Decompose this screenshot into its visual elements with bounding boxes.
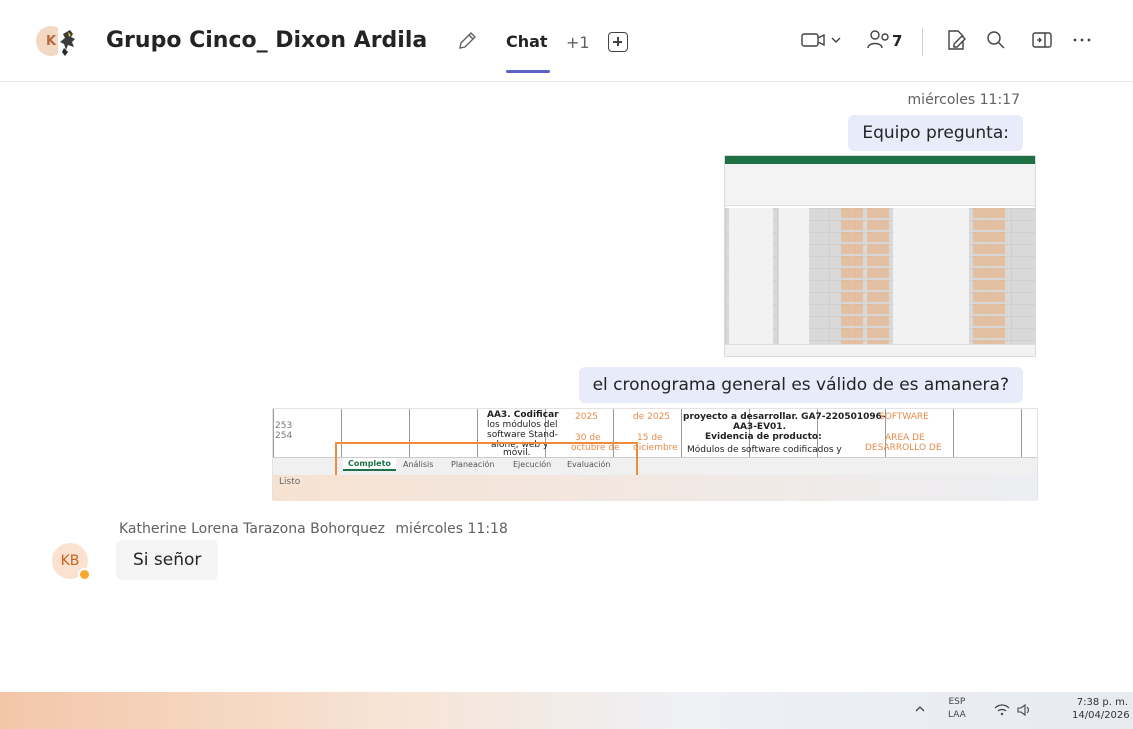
cell-text: AA3. Codificar: [487, 410, 559, 420]
cell-text: AA3-EV01.: [733, 422, 786, 432]
tab-chat[interactable]: Chat: [506, 32, 548, 51]
edit-pencil-icon[interactable]: [456, 30, 478, 52]
other-message-bubble[interactable]: Si señor: [116, 540, 219, 580]
row-number: 254: [275, 431, 293, 441]
presence-away-icon: [78, 568, 91, 581]
open-panel-icon[interactable]: [1030, 28, 1054, 52]
tab-more[interactable]: +1: [566, 33, 590, 52]
windows-taskbar: ESP LAA 7:38 p. m. 14/04/2026: [0, 692, 1133, 729]
excel-ribbon: [725, 164, 1035, 206]
message-image-sheet-crop[interactable]: 253 254 AA3. Codificar los módulos del s…: [272, 408, 1038, 501]
cell-text: Módulos de software codificados y: [687, 445, 842, 455]
chat-title: Grupo Cinco_ Dixon Ardila: [106, 28, 428, 53]
more-options-icon[interactable]: [1070, 28, 1094, 52]
active-tab-indicator: [506, 70, 550, 73]
message-timestamp: miércoles 11:17: [907, 92, 1020, 108]
row-number: 253: [275, 421, 293, 431]
cell-date: diciembre: [633, 443, 678, 453]
wifi-icon[interactable]: [994, 703, 1010, 717]
excel-column-highlight: [867, 208, 889, 346]
clock-time: 7:38 p. m.: [1076, 697, 1128, 708]
share-document-icon[interactable]: [944, 28, 968, 52]
cell-text: proyecto a desarrollar. GA7-220501096-: [683, 412, 886, 422]
system-clock[interactable]: 7:38 p. m. 14/04/2026: [1072, 696, 1130, 722]
input-language[interactable]: ESP LAA: [948, 696, 966, 722]
cell-area: SOFTWARE: [879, 412, 929, 422]
participants-count: 7: [892, 32, 903, 50]
sender-name: Katherine Lorena Tarazona Bohorquez: [119, 521, 385, 537]
add-tab-icon[interactable]: [608, 32, 628, 52]
message-list[interactable]: miércoles 11:17 Equipo pregunta: el cron…: [0, 83, 1133, 729]
my-message-bubble[interactable]: Equipo pregunta:: [848, 115, 1023, 151]
cell-text: los módulos del: [487, 420, 558, 430]
group-avatar[interactable]: K: [36, 26, 92, 62]
excel-column-highlight: [973, 208, 1005, 346]
sender-timestamp: miércoles 11:18: [395, 521, 508, 537]
header-separator: [922, 28, 923, 56]
search-icon[interactable]: [984, 28, 1008, 52]
video-call-icon[interactable]: [800, 28, 844, 52]
avatar-photo-icon: [58, 28, 82, 58]
excel-statusbar: [725, 344, 1035, 356]
sheet-status: Listo: [279, 477, 301, 487]
cell-area: AREA DE: [885, 433, 925, 443]
cell-date: de 2025: [633, 412, 671, 422]
chevron-up-icon[interactable]: [914, 704, 926, 714]
language-layout: LAA: [948, 710, 966, 720]
cell-date: 15 de: [637, 433, 663, 443]
clock-date: 14/04/2026: [1072, 710, 1130, 721]
participants-icon[interactable]: [866, 28, 892, 52]
excel-titlebar: [725, 156, 1035, 164]
cell-text: software Stand-: [487, 430, 558, 440]
sheet-bottom-bar: Listo: [273, 475, 1037, 501]
excel-column: [779, 208, 809, 346]
cell-area: DESARROLLO DE: [865, 443, 942, 453]
cell-date: 2025: [575, 412, 598, 422]
language-code: ESP: [948, 697, 966, 707]
excel-column: [729, 208, 773, 346]
excel-column: [893, 208, 969, 346]
excel-column-highlight: [841, 208, 863, 346]
highlight-box: [335, 442, 638, 478]
chat-header: K Grupo Cinco_ Dixon Ardila Chat +1 7: [0, 0, 1133, 82]
sender-line: Katherine Lorena Tarazona Bohorquez miér…: [119, 521, 508, 537]
cell-text: Evidencia de producto:: [705, 432, 822, 442]
my-message-bubble[interactable]: el cronograma general es válido de es am…: [578, 367, 1023, 403]
message-image-spreadsheet[interactable]: [724, 155, 1036, 357]
volume-icon[interactable]: [1016, 703, 1032, 717]
